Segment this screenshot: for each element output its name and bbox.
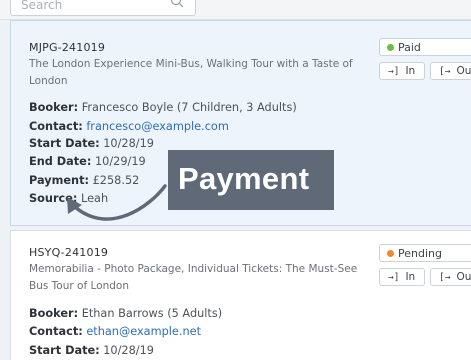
booker-label: Booker:	[29, 101, 79, 114]
booking-card[interactable]: HSYQ-241019 Memorabilia - Photo Package,…	[10, 230, 471, 360]
arrow-into-bracket-icon: →]	[388, 272, 400, 283]
start-date-field: Start Date: 10/28/19	[29, 137, 154, 150]
check-in-label: In	[405, 65, 416, 77]
search-input[interactable]: Search	[10, 0, 196, 16]
end-date-label: End Date:	[29, 155, 92, 168]
check-in-label: In	[405, 271, 416, 283]
payment-value: £258.52	[92, 174, 140, 187]
source-field: Source: Leah	[29, 192, 108, 205]
check-out-button[interactable]: [→ Out	[430, 62, 471, 80]
bracket-arrow-out-icon: [→	[439, 66, 451, 77]
booker-field: Booker: Francesco Boyle (7 Children, 3 A…	[29, 101, 297, 114]
contact-field: Contact: francesco@example.com	[29, 120, 229, 133]
status-label: Pending	[398, 247, 442, 260]
payment-callout-label: Payment	[168, 150, 334, 210]
check-out-button[interactable]: [→ Out	[430, 268, 471, 286]
top-bar: Search	[0, 0, 471, 20]
contact-field: Contact: ethan@example.net	[29, 325, 201, 338]
source-label: Source:	[29, 192, 78, 205]
start-date-label: Start Date:	[29, 344, 100, 357]
status-badge[interactable]: Pending	[379, 244, 471, 262]
status-dot-icon	[387, 250, 394, 257]
end-date-value: 10/29/19	[94, 155, 146, 168]
check-out-label: Out	[456, 65, 471, 77]
contact-label: Contact:	[29, 120, 83, 133]
start-date-label: Start Date:	[29, 137, 100, 150]
booking-reference: HSYQ-241019	[29, 246, 109, 259]
payment-label: Payment:	[29, 174, 90, 187]
arrow-into-bracket-icon: →]	[388, 66, 400, 77]
start-date-field: Start Date: 10/28/19	[29, 344, 154, 357]
check-out-label: Out	[456, 271, 471, 283]
booking-title: Memorabilia - Photo Package, Individual …	[29, 263, 358, 292]
contact-email-link[interactable]: ethan@example.net	[86, 325, 201, 338]
booker-value: Francesco Boyle (7 Children, 3 Adults)	[81, 101, 297, 114]
start-date-value: 10/28/19	[103, 344, 154, 357]
contact-label: Contact:	[29, 325, 83, 338]
bracket-arrow-out-icon: [→	[439, 272, 451, 283]
check-in-button[interactable]: →] In	[379, 62, 425, 80]
start-date-value: 10/28/19	[103, 137, 154, 150]
end-date-field: End Date: 10/29/19	[29, 155, 146, 168]
booker-field: Booker: Ethan Barrows (5 Adults)	[29, 307, 222, 320]
booking-reference: MJPG-241019	[29, 41, 106, 54]
booking-title: The London Experience Mini-Bus, Walking …	[29, 58, 353, 87]
booker-label: Booker:	[29, 307, 79, 320]
contact-email-link[interactable]: francesco@example.com	[86, 120, 229, 133]
booker-value: Ethan Barrows (5 Adults)	[81, 307, 223, 320]
search-icon[interactable]	[170, 0, 184, 8]
status-badge[interactable]: Paid	[379, 38, 471, 56]
status-label: Paid	[398, 41, 421, 54]
payment-field: Payment: £258.52	[29, 174, 139, 187]
source-value: Leah	[80, 192, 109, 205]
check-in-button[interactable]: →] In	[379, 268, 425, 286]
status-dot-icon	[387, 44, 394, 51]
